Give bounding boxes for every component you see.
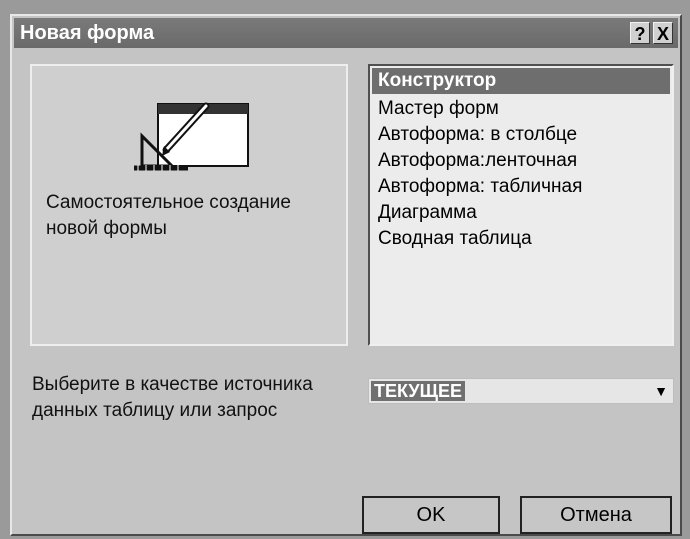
data-source-value: ТЕКУЩЕЕ — [371, 381, 465, 401]
data-source-combobox[interactable]: ТЕКУЩЕЕ ▼ — [368, 378, 674, 404]
title-bar[interactable]: Новая форма ? X — [14, 18, 678, 48]
ok-button[interactable]: OK — [362, 496, 500, 534]
close-button[interactable]: X — [653, 22, 673, 44]
chevron-down-icon[interactable]: ▼ — [651, 381, 671, 401]
list-item[interactable]: Сводная таблица — [370, 226, 672, 252]
form-type-list[interactable]: Конструктор Мастер форм Автоформа: в столб… — [368, 64, 674, 346]
list-item[interactable]: Автоформа: в столбце — [370, 122, 672, 148]
new-form-dialog: Новая форма ? X Самостоятельное создание… — [10, 14, 682, 536]
list-item[interactable]: Конструктор — [372, 68, 670, 94]
list-item[interactable]: Мастер форм — [370, 96, 672, 122]
data-source-label: Выберите в качестве источника данных таб… — [32, 374, 313, 421]
window-title: Новая форма — [20, 22, 155, 44]
form-design-icon — [134, 102, 249, 171]
list-item[interactable]: Автоформа: табличная — [370, 174, 672, 200]
preview-description: Самостоятельное создание новой формы — [46, 192, 291, 239]
cancel-button[interactable]: Отмена — [520, 496, 672, 534]
list-item[interactable]: Автоформа:ленточная — [370, 148, 672, 174]
list-item[interactable]: Диаграмма — [370, 200, 672, 226]
preview-panel: Самостоятельное создание новой формы — [30, 64, 348, 346]
help-button[interactable]: ? — [630, 22, 650, 44]
